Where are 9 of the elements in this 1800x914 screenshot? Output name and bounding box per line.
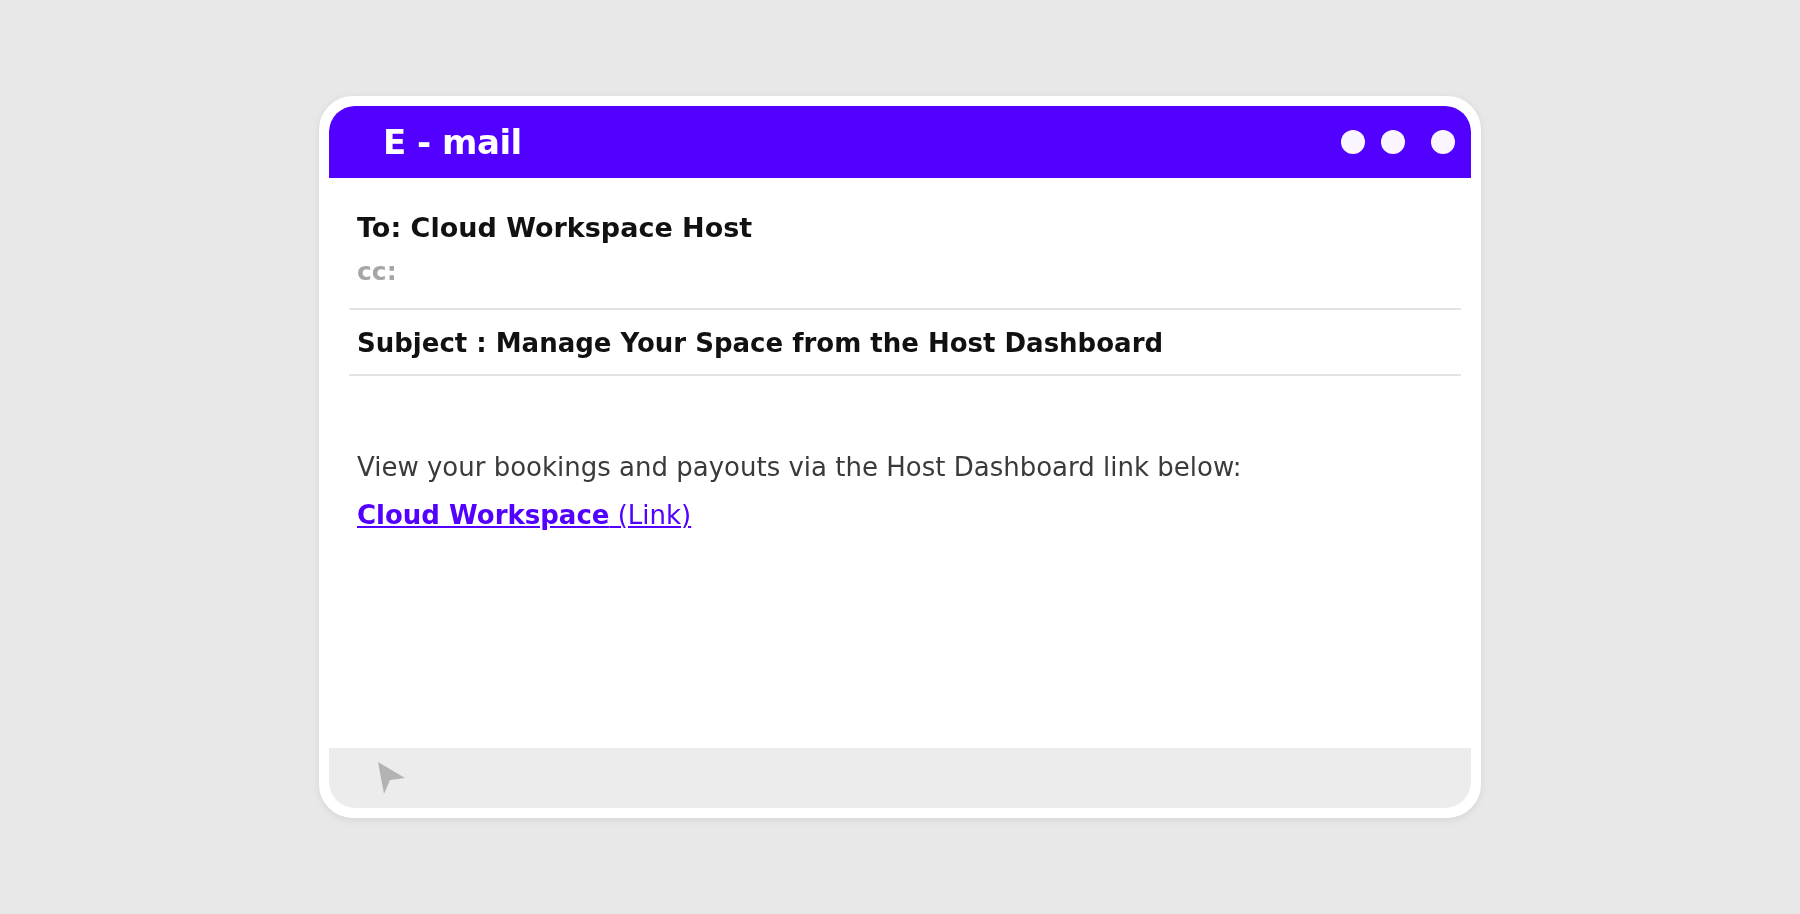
dashboard-link[interactable]: Cloud Workspace (Link): [357, 500, 692, 530]
window-dot-icon[interactable]: [1381, 130, 1405, 154]
subject-line: Subject : Manage Your Space from the Host Dashboard: [356, 327, 1165, 360]
window-dot-icon[interactable]: [1341, 130, 1365, 154]
cc-label: cc:: [356, 257, 398, 286]
window-title: E - mail: [383, 122, 522, 162]
message-text: View your bookings and payouts via the Host Dashboard link below:: [357, 452, 1243, 482]
recipient-line: To: Cloud Workspace Host: [356, 212, 754, 243]
window-dot-icon[interactable]: [1431, 130, 1455, 154]
